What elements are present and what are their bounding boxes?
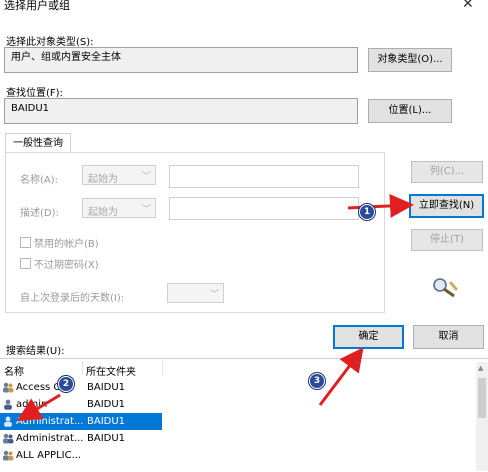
step-marker-3: 3 (309, 373, 325, 389)
arrow-to-find-now (347, 193, 414, 218)
annotation-arrows (16, 193, 414, 422)
step-marker-1: 1 (359, 204, 375, 220)
arrow-to-ok (318, 347, 364, 406)
step-marker-2: 2 (58, 376, 74, 392)
arrow-to-administrator (16, 393, 61, 422)
